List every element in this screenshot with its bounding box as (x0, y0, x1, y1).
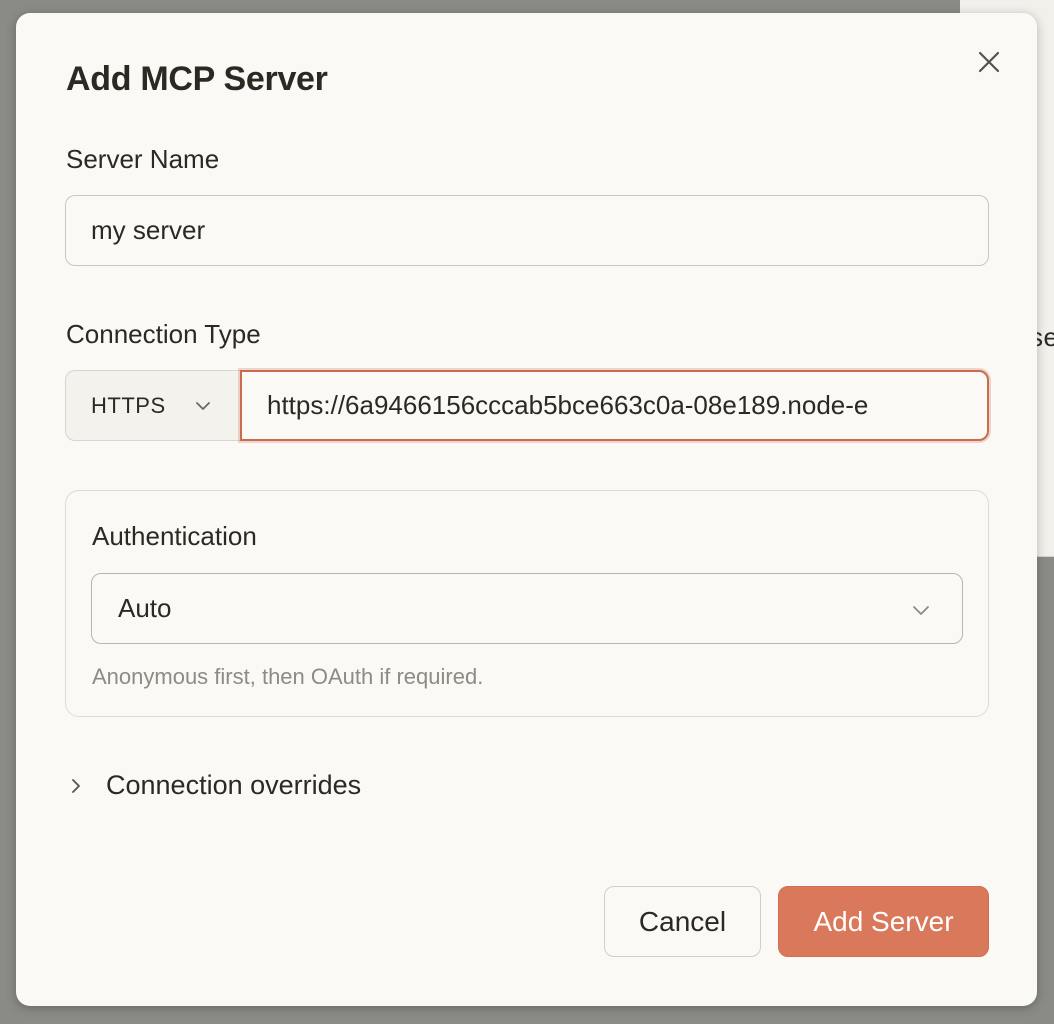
authentication-select[interactable]: Auto (91, 573, 963, 644)
authentication-value: Auto (118, 593, 172, 623)
close-icon (978, 51, 1000, 73)
add-mcp-server-dialog: Add MCP Server Server Name my server Con… (16, 13, 1037, 1006)
server-name-label: Server Name (66, 144, 220, 174)
authentication-label: Authentication (92, 521, 257, 551)
connection-type-label: Connection Type (66, 319, 261, 349)
connection-overrides-toggle[interactable]: Connection overrides (66, 770, 361, 801)
server-url-input[interactable]: https://6a9466156cccab5bce663c0a-08e189.… (240, 370, 989, 441)
chevron-down-icon (913, 606, 929, 615)
server-url-value: https://6a9466156cccab5bce663c0a-08e189.… (267, 390, 869, 420)
chevron-right-icon (72, 778, 80, 793)
server-name-value: my server (91, 215, 206, 245)
chevron-down-icon (196, 402, 210, 410)
authentication-card: Authentication Auto Anonymous first, the… (65, 490, 989, 717)
connection-type-value: HTTPS (91, 392, 166, 418)
connection-overrides-label: Connection overrides (106, 770, 362, 800)
server-name-input[interactable]: my server (65, 195, 989, 266)
dialog-title: Add MCP Server (66, 60, 328, 98)
cancel-button[interactable]: Cancel (604, 886, 761, 957)
authentication-hint: Anonymous first, then OAuth if required. (92, 664, 484, 689)
add-server-button[interactable]: Add Server (778, 886, 989, 957)
connection-type-select[interactable]: HTTPS (65, 370, 241, 441)
close-button[interactable] (974, 47, 1004, 77)
